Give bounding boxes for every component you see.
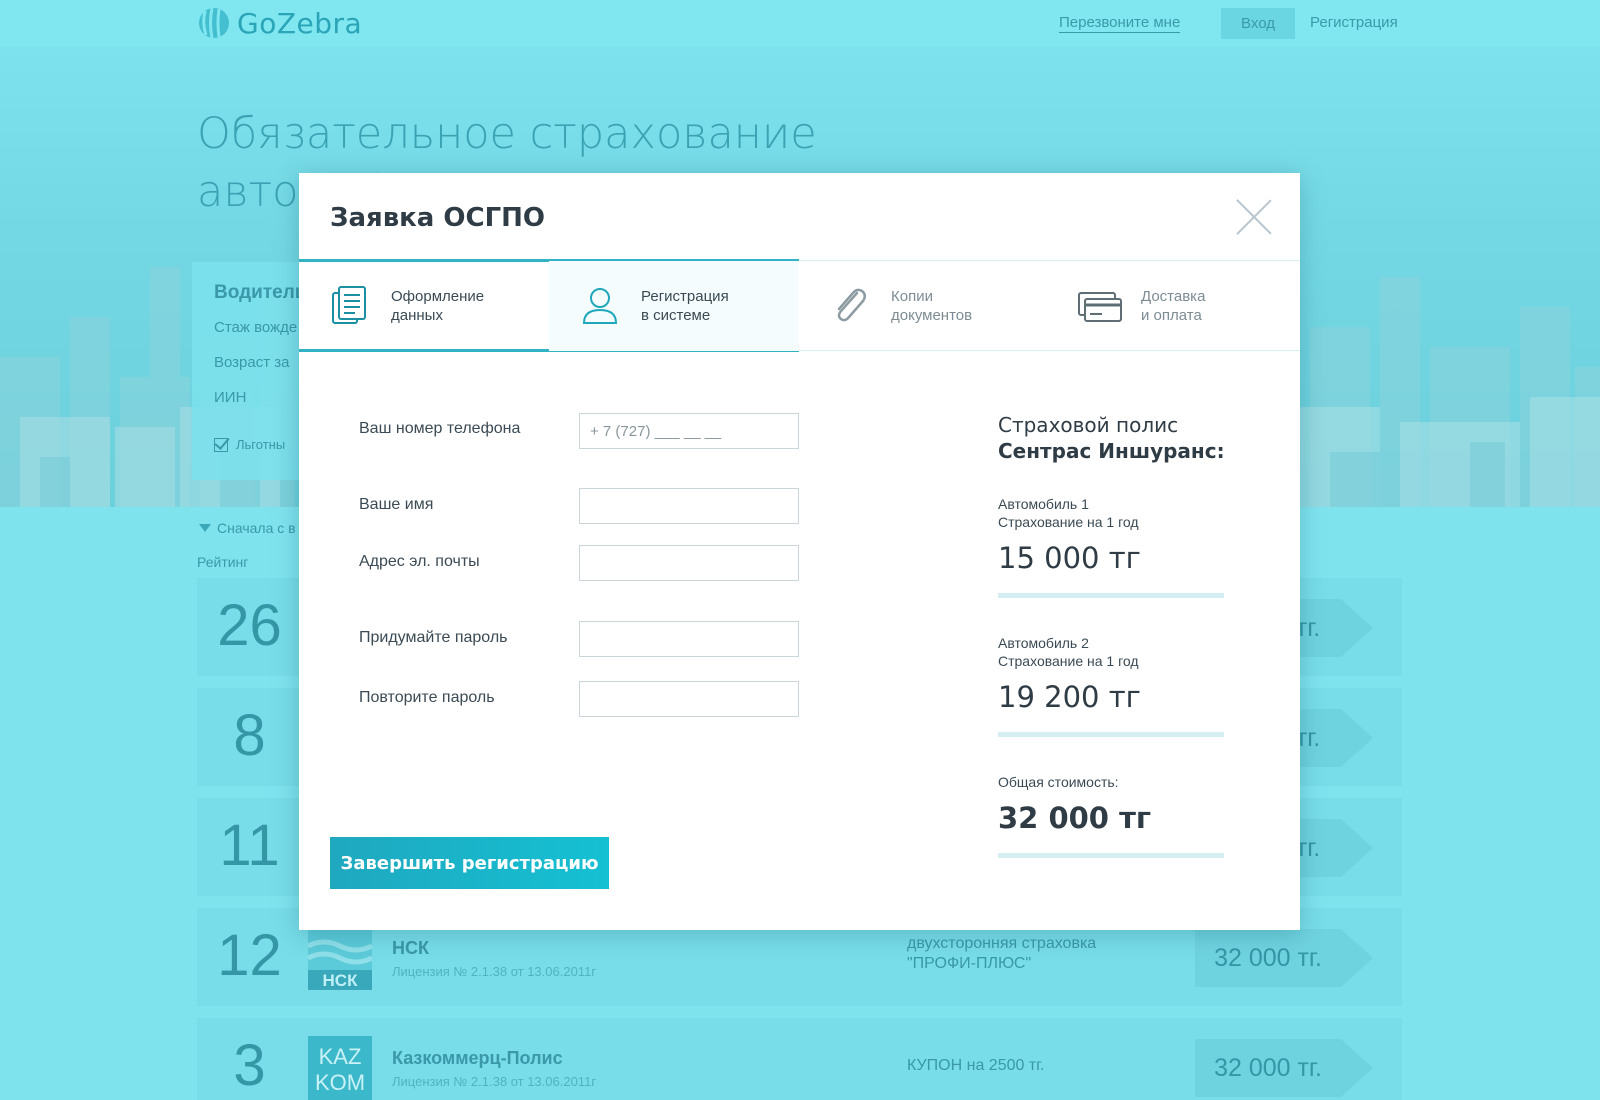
password-repeat-input[interactable] (579, 681, 799, 717)
divider (998, 853, 1224, 858)
company-name[interactable]: НСК (392, 938, 429, 959)
offer-text: двухсторонняя страховка "ПРОФИ-ПЛЮС" (907, 935, 1097, 972)
total-label: Общая стоимость: (998, 774, 1119, 790)
car1-summary: Автомобиль 1 Страхование на 1 год 15 000… (998, 495, 1224, 598)
checkbox-icon (214, 437, 228, 452)
phone-label: Ваш номер телефона (359, 420, 521, 437)
finish-registration-button[interactable]: Завершить регистрацию (330, 837, 609, 889)
svg-text:НСК: НСК (323, 971, 359, 990)
step-label: Доставка и оплата (1141, 288, 1206, 324)
step-documents[interactable]: Копии документов (799, 261, 1049, 351)
age-label: Возраст за (214, 354, 290, 371)
total-summary: Общая стоимость: 32 000 тг (998, 773, 1224, 858)
step-label: Копии документов (891, 288, 973, 324)
document-icon (332, 286, 366, 324)
price-text: 32 000 тг. (1214, 1054, 1322, 1082)
rank-number: 12 (217, 923, 282, 988)
filter-heading: Водитель (214, 282, 307, 303)
name-label: Ваше имя (359, 496, 434, 513)
paperclip-icon (837, 288, 866, 322)
discount-label: Льготны (236, 437, 286, 452)
list-item[interactable]: 3 KAZ KOM Казкоммерц-Полис Лицензия № 2.… (197, 1018, 1402, 1100)
divider (998, 593, 1224, 598)
price-tag[interactable]: 32 000 тг. (1195, 929, 1373, 987)
application-modal: Заявка ОСГПО Оформление данных Регистрац… (299, 173, 1300, 930)
name-input[interactable] (579, 488, 799, 524)
svg-text:KAZ: KAZ (319, 1044, 362, 1069)
price-tag[interactable]: 32 000 тг. (1195, 1039, 1373, 1097)
price-text: 32 000 тг. (1214, 944, 1322, 972)
rank-number: 11 (219, 813, 280, 878)
experience-label: Стаж вожде (214, 319, 298, 336)
step-delivery-payment[interactable]: Доставка и оплата (1049, 261, 1299, 351)
modal-title: Заявка ОСГПО (330, 203, 546, 233)
logo-text: GoZebra (237, 6, 363, 40)
car2-label: Автомобиль 2 Страхование на 1 год (998, 635, 1139, 669)
step-data-entry[interactable]: Оформление данных (299, 261, 549, 351)
total-price: 32 000 тг (998, 801, 1152, 835)
card-icon (1078, 292, 1122, 322)
summary-heading: Страховой полис (998, 413, 1179, 437)
car1-price: 15 000 тг (998, 541, 1141, 575)
rank-number: 3 (233, 1033, 266, 1098)
email-label: Адрес эл. почты (359, 553, 480, 570)
zebra-logo-icon (199, 7, 229, 39)
divider (998, 732, 1224, 737)
sort-dropdown[interactable]: Сначала с в (199, 520, 296, 536)
phone-input[interactable] (579, 413, 799, 449)
company-name[interactable]: Казкоммерц-Полис (392, 1048, 563, 1069)
step-registration[interactable]: Регистрация в системе (549, 261, 799, 351)
nsk-logo-icon: НСК (308, 926, 372, 990)
register-link[interactable]: Регистрация (1310, 14, 1398, 32)
step-label: Оформление данных (391, 288, 485, 324)
rank-number: 26 (217, 593, 282, 658)
top-bar: GoZebra Перезвоните мне Вход Регистрация (0, 0, 1600, 47)
iin-label: ИИН (214, 389, 247, 406)
user-icon (582, 288, 618, 324)
car2-price: 19 200 тг (998, 680, 1141, 714)
license-text: Лицензия № 2.1.38 от 13.06.2011г (392, 964, 597, 979)
sort-label: Сначала с в (217, 520, 296, 536)
insurer-name: Сентрас Иншуранс: (998, 439, 1225, 463)
callback-link[interactable]: Перезвоните мне (1059, 14, 1181, 33)
car1-label: Автомобиль 1 Страхование на 1 год (998, 496, 1139, 530)
password-repeat-label: Повторите пароль (359, 689, 495, 706)
close-icon[interactable] (1236, 199, 1272, 235)
policy-summary: Страховой полис Сентрас Иншуранс: Автомо… (998, 413, 1238, 858)
triangle-down-icon (199, 524, 211, 532)
login-button[interactable]: Вход (1221, 8, 1295, 39)
car2-summary: Автомобиль 2 Страхование на 1 год 19 200… (998, 634, 1224, 737)
password-input[interactable] (579, 621, 799, 657)
kazkom-logo-icon: KAZ KOM (308, 1036, 372, 1100)
email-input[interactable] (579, 545, 799, 581)
password-label: Придумайте пароль (359, 629, 508, 646)
logo[interactable]: GoZebra (197, 6, 362, 40)
rating-column-header: Рейтинг (197, 554, 249, 570)
step-tabs: Оформление данных Регистрация в системе … (299, 259, 1300, 352)
svg-text:KOM: KOM (315, 1070, 365, 1095)
step-label: Регистрация в системе (641, 288, 729, 324)
offer-text: КУПОН на 2500 тг. (907, 1057, 1045, 1074)
rank-number: 8 (233, 703, 266, 768)
license-text: Лицензия № 2.1.38 от 13.06.2011г (392, 1074, 597, 1089)
discount-checkbox[interactable]: Льготны (214, 437, 285, 452)
